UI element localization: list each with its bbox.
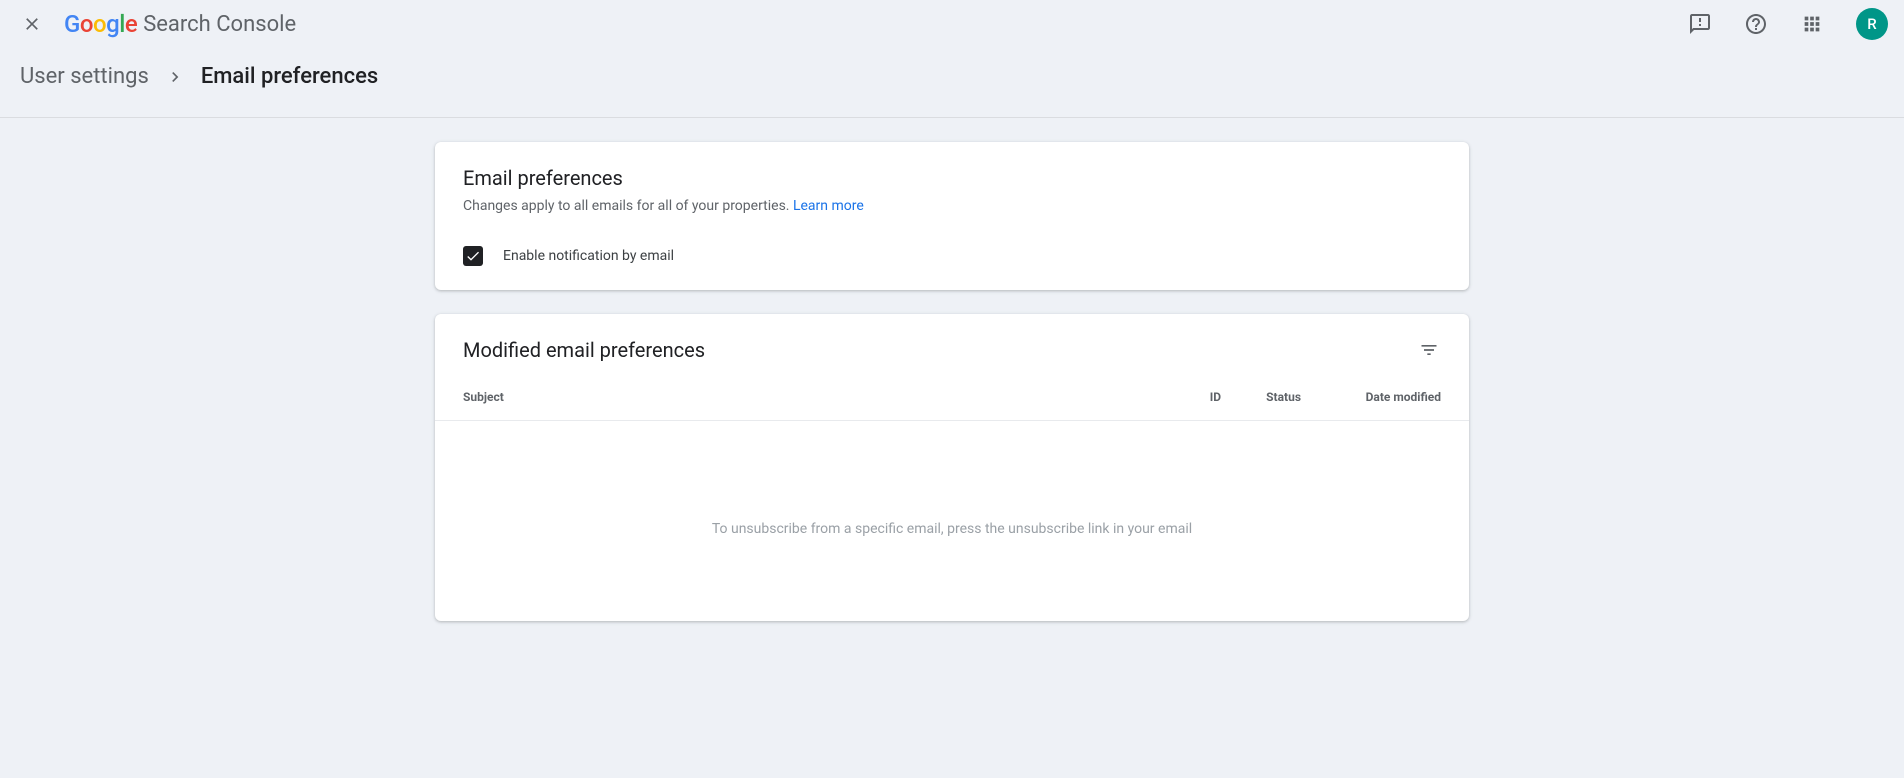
checkbox-label: Enable notification by email — [503, 248, 674, 264]
col-status: Status — [1221, 390, 1301, 404]
close-button[interactable] — [20, 12, 44, 36]
apps-icon — [1801, 13, 1823, 35]
check-icon — [465, 248, 481, 264]
feedback-button[interactable] — [1680, 4, 1720, 44]
col-id: ID — [1161, 390, 1221, 404]
breadcrumb-current: Email preferences — [201, 64, 378, 89]
enable-notification-checkbox[interactable] — [463, 246, 483, 266]
card-subtitle: Changes apply to all emails for all of y… — [463, 198, 1441, 214]
avatar-letter: R — [1867, 15, 1876, 33]
table-header-row: Subject ID Status Date modified — [435, 390, 1469, 421]
chevron-right-icon — [165, 67, 185, 87]
card-title: Modified email preferences — [463, 338, 705, 362]
apps-button[interactable] — [1792, 4, 1832, 44]
modified-preferences-card: Modified email preferences Subject ID St… — [435, 314, 1469, 621]
help-button[interactable] — [1736, 4, 1776, 44]
email-preferences-card: Email preferences Changes apply to all e… — [435, 142, 1469, 290]
subtitle-text: Changes apply to all emails for all of y… — [463, 198, 793, 214]
col-date: Date modified — [1301, 390, 1441, 404]
empty-state-message: To unsubscribe from a specific email, pr… — [463, 421, 1441, 597]
breadcrumb-parent[interactable]: User settings — [20, 64, 149, 89]
filter-icon — [1419, 340, 1439, 360]
col-subject: Subject — [463, 390, 1161, 404]
help-icon — [1744, 12, 1768, 36]
account-avatar[interactable]: R — [1856, 8, 1888, 40]
breadcrumb: User settings Email preferences — [0, 48, 1904, 118]
card-title: Email preferences — [463, 166, 1441, 190]
google-logo-icon: Google — [64, 10, 137, 38]
feedback-icon — [1688, 12, 1712, 36]
filter-button[interactable] — [1417, 338, 1441, 362]
product-logo[interactable]: Google Search Console — [64, 10, 296, 38]
learn-more-link[interactable]: Learn more — [793, 198, 864, 214]
product-name: Search Console — [143, 12, 296, 37]
